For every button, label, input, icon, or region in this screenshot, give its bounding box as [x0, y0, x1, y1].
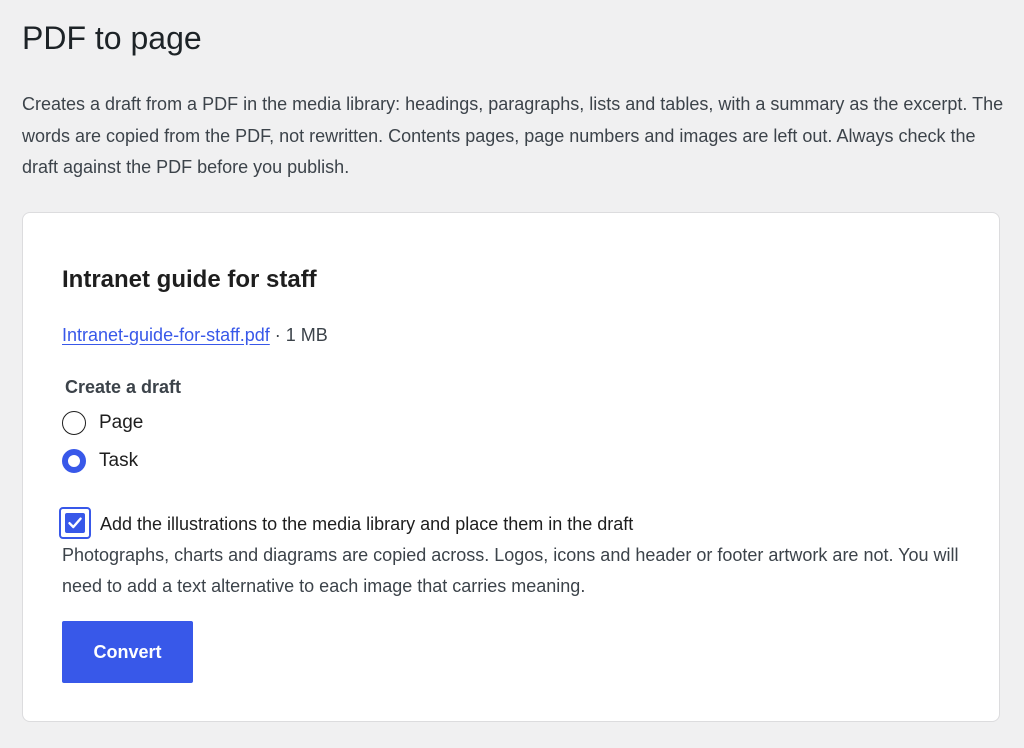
- page-radio-label: Page: [99, 412, 144, 433]
- illustrations-help-text: Photographs, charts and diagrams are cop…: [62, 545, 959, 596]
- radio-option-task[interactable]: Task: [62, 447, 138, 475]
- convert-button[interactable]: Convert: [62, 621, 193, 683]
- page-description: Creates a draft from a PDF in the media …: [22, 94, 1004, 177]
- file-size: 1 MB: [285, 325, 328, 345]
- illustrations-checkbox-label[interactable]: Add the illustrations to the media libra…: [100, 510, 633, 538]
- document-title: Intranet guide for staff: [62, 266, 317, 293]
- illustrations-checkbox[interactable]: [59, 507, 91, 539]
- task-radio-label: Task: [99, 450, 139, 471]
- task-radio[interactable]: [62, 449, 86, 473]
- radio-option-page[interactable]: Page: [62, 409, 143, 437]
- file-separator: ·: [269, 325, 286, 345]
- file-info: Intranet-guide-for-staff.pdf · 1 MB: [62, 321, 328, 349]
- conversion-card: Intranet guide for staff Intranet-guide-…: [22, 212, 1000, 722]
- pdf-file-link[interactable]: Intranet-guide-for-staff.pdf: [62, 325, 270, 345]
- checkbox-box: [65, 513, 85, 533]
- draft-type-legend: Create a draft: [65, 377, 182, 397]
- page-title: PDF to page: [22, 20, 202, 56]
- page-radio[interactable]: [62, 411, 86, 435]
- checkmark-icon: [68, 517, 82, 529]
